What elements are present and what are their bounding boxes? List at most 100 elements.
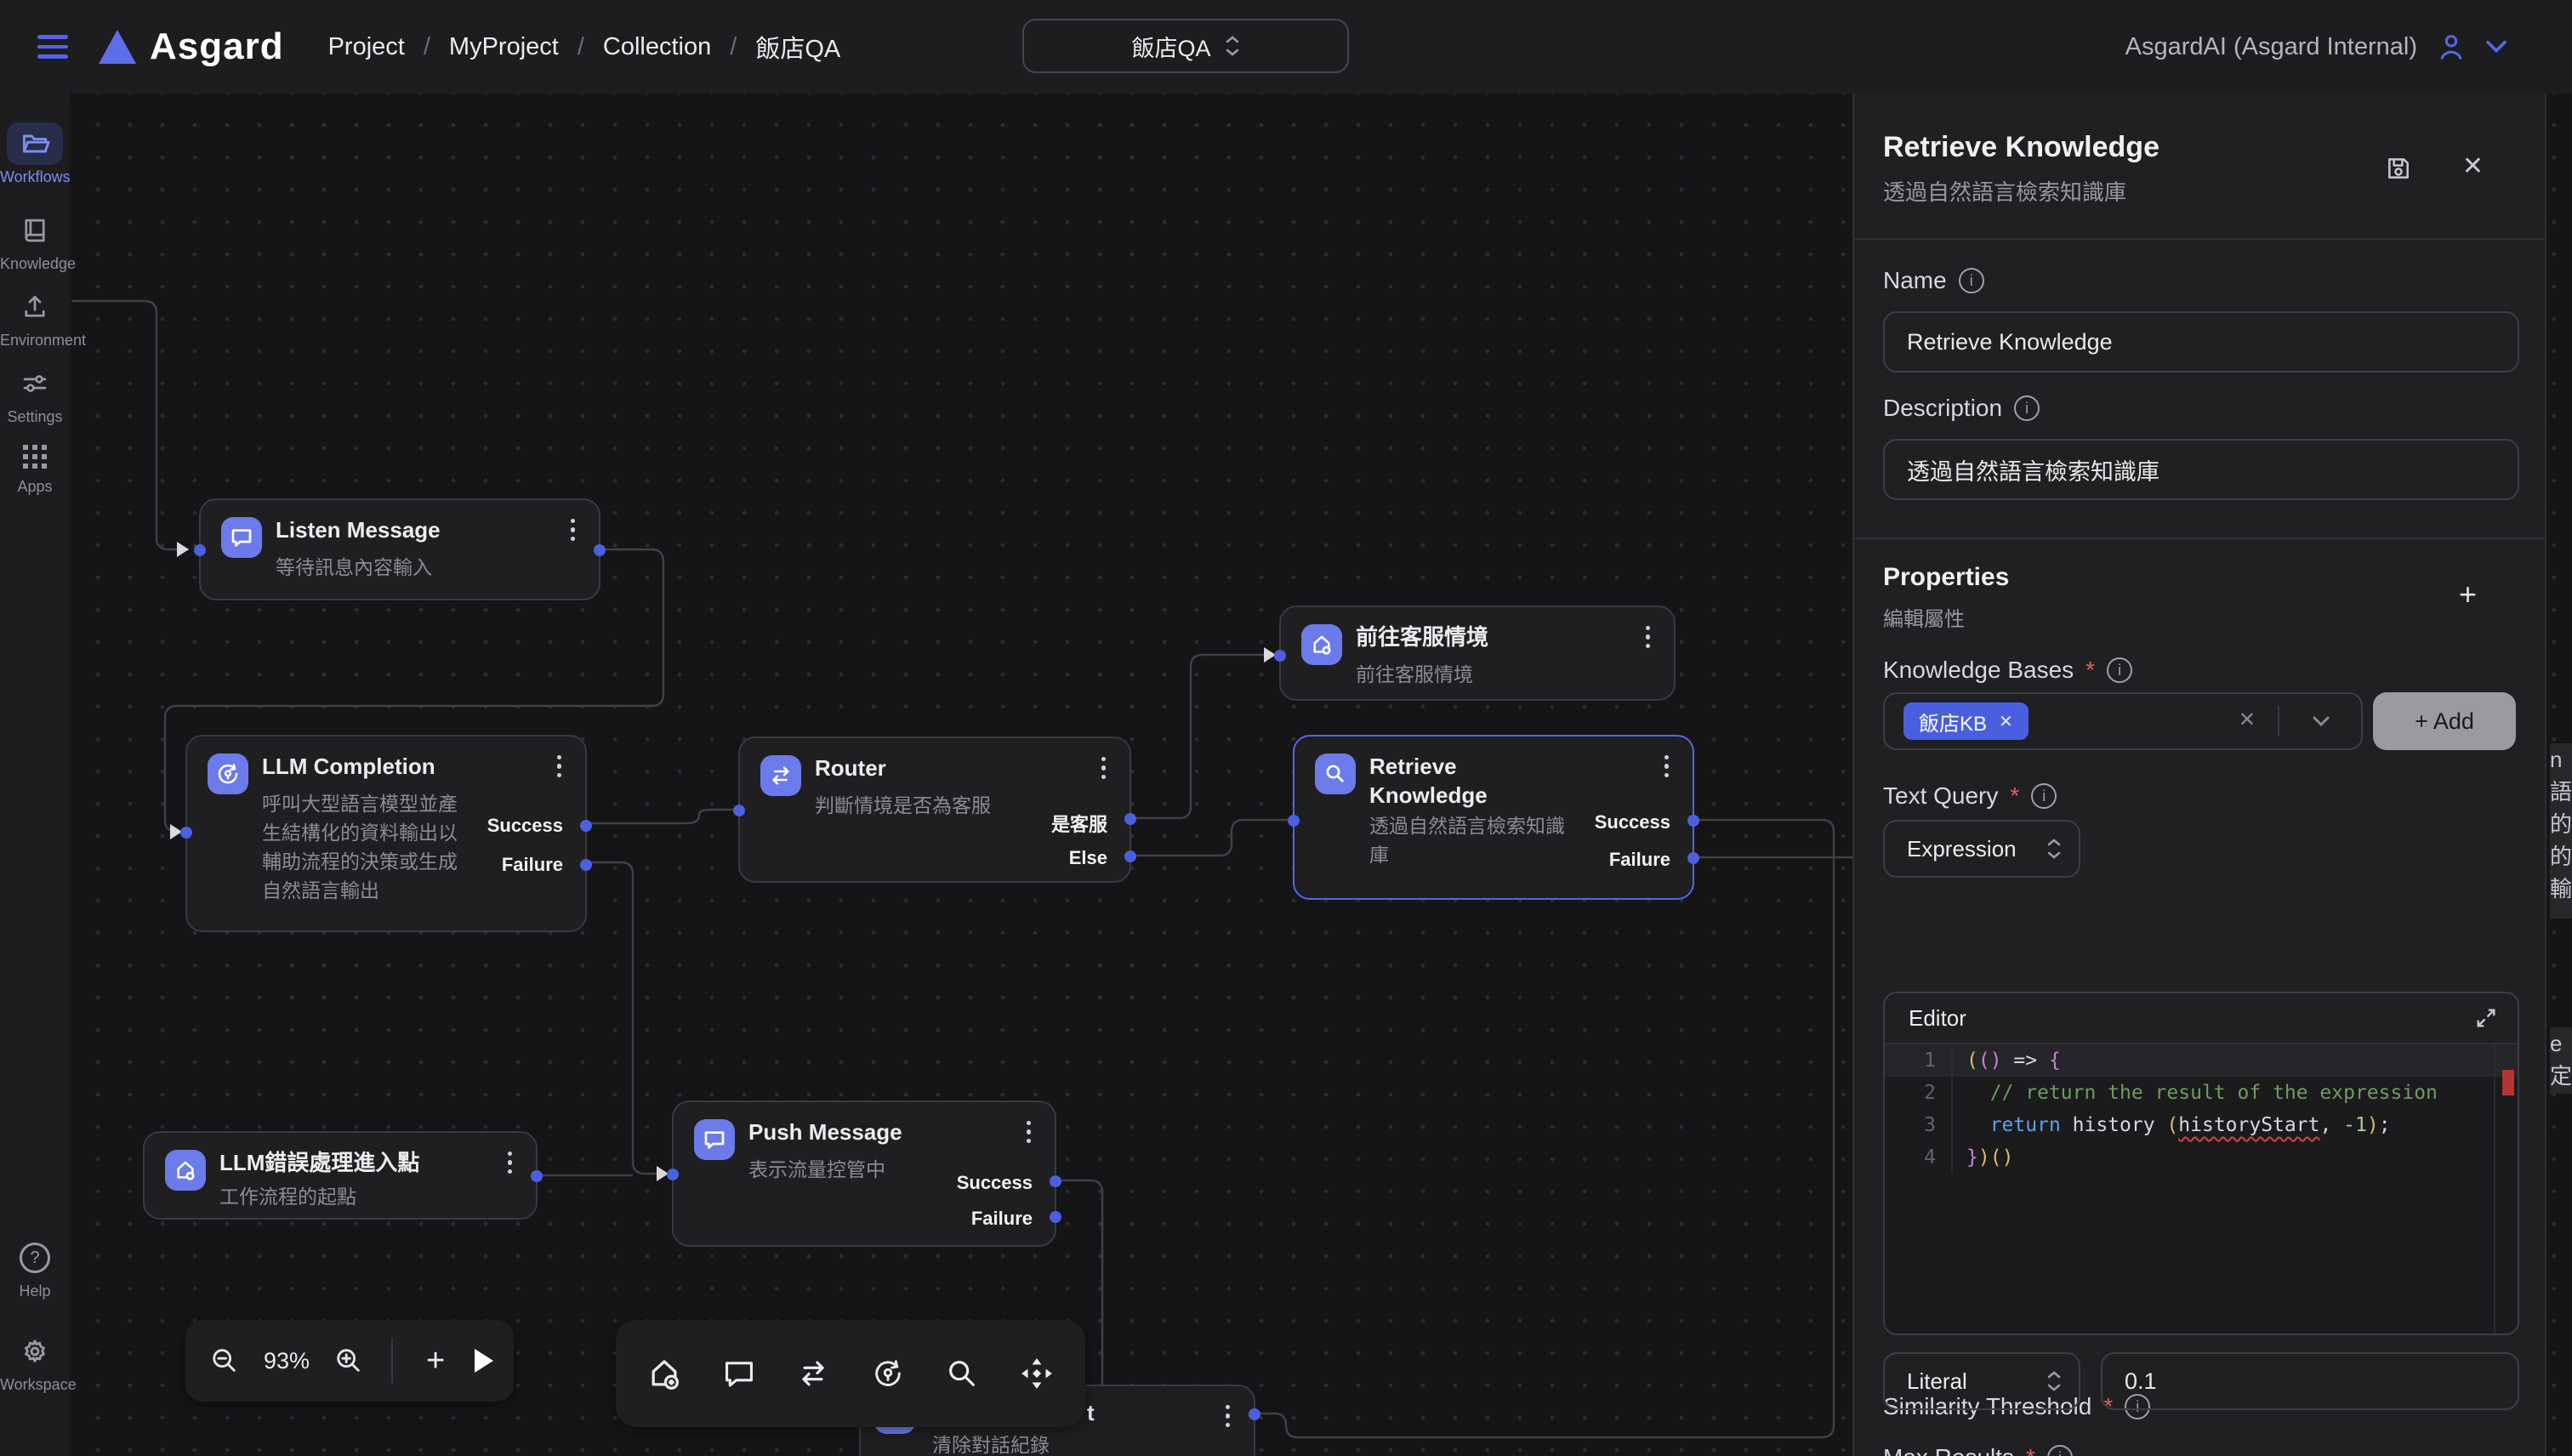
node-config-panel: Retrieve Knowledge 透過自然語言檢索知識庫 ✕ Namei D… [1852,94,2546,1456]
zoom-in-button[interactable] [327,1339,371,1383]
output-label-success: Success [1595,811,1670,833]
max-results-label: Max Results*i [1883,1444,2073,1456]
menu-icon[interactable] [37,35,68,59]
upload-icon [7,286,63,328]
add-node-button[interactable]: + [413,1339,458,1383]
palette-llm-icon[interactable] [862,1348,913,1399]
expand-icon[interactable] [2475,1007,2497,1029]
node-description: 判斷情境是否為客服 [815,791,991,820]
node-menu-button[interactable] [504,1148,515,1177]
output-label-failure: Failure [1609,849,1670,871]
breadcrumb-myproject[interactable]: MyProject [449,33,559,61]
sidebar-item-workflows[interactable]: Workflows [0,122,70,186]
palette-home-add-icon[interactable] [639,1348,690,1399]
top-bar: Asgard Project / MyProject / Collection … [0,0,2572,94]
chevron-down-icon[interactable] [2312,714,2330,728]
breadcrumb-project[interactable]: Project [328,33,405,61]
save-icon[interactable] [2385,155,2412,182]
palette-search-icon[interactable] [936,1348,987,1399]
output-port[interactable] [594,544,606,556]
code-line: 2 // return the result of the expression [1885,1077,2518,1109]
expression-editor[interactable]: Editor 1 (() => { 2 // return the result… [1883,992,2519,1335]
account-menu[interactable]: AsgardAI (Asgard Internal) [2125,0,2507,94]
info-icon[interactable]: i [2014,395,2040,421]
output-port[interactable] [1249,1408,1260,1420]
similarity-type-dropdown[interactable]: Literal [1883,1352,2080,1410]
node-description: 透過自然語言檢索知識庫 [1369,811,1580,869]
info-icon[interactable]: i [2047,1445,2073,1456]
node-menu-button[interactable] [1642,623,1653,651]
similarity-value-input[interactable] [2101,1352,2519,1410]
properties-title: Properties [1883,563,2009,592]
output-label-success: Success [957,1172,1033,1194]
output-port-failure[interactable] [580,859,592,871]
output-label-else: Else [1069,847,1107,869]
name-input[interactable] [1883,311,2519,373]
breadcrumb-collection[interactable]: Collection [603,33,711,61]
palette-router-icon[interactable] [788,1348,839,1399]
node-push-message[interactable]: Push Message 表示流量控管中 Success Failure [672,1101,1056,1247]
node-palette-toolbar [616,1320,1085,1427]
node-title: Router [815,754,886,782]
node-menu-button[interactable] [1222,1402,1233,1430]
sidebar-item-apps[interactable]: Apps [0,432,70,496]
zoom-out-button[interactable] [202,1339,247,1383]
breadcrumb-workflow[interactable]: 飯店QA [755,29,840,65]
output-label-failure: Failure [971,1208,1033,1230]
input-port[interactable] [1288,815,1300,827]
output-port[interactable] [531,1170,543,1182]
add-property-button[interactable]: + [2459,577,2477,612]
output-port-success[interactable] [580,820,592,832]
kb-chip[interactable]: 飯店KB✕ [1903,702,2029,740]
sidebar-item-knowledge[interactable]: Knowledge [0,209,70,273]
node-llm-error-entry[interactable]: LLM錯誤處理進入點 工作流程的起點 [143,1131,538,1220]
output-port-success[interactable] [1687,815,1699,827]
add-knowledge-base-button[interactable]: + Add [2373,692,2516,750]
input-port[interactable] [194,544,206,556]
input-port[interactable] [667,1169,679,1180]
sidebar-item-help[interactable]: ? Help [0,1237,70,1300]
run-workflow-button[interactable] [475,1349,493,1373]
output-port-failure[interactable] [1687,852,1699,864]
node-goto-cs-scene[interactable]: 前往客服情境 前往客服情境 [1279,606,1676,701]
output-port-success[interactable] [1050,1175,1061,1187]
info-icon[interactable]: i [2031,783,2057,809]
palette-message-icon[interactable] [714,1348,765,1399]
node-menu-button[interactable] [567,515,578,544]
knowledge-bases-select[interactable]: 飯店KB✕ ✕ [1883,692,2363,750]
sidebar-item-workspace[interactable]: Workspace [0,1330,70,1394]
node-router[interactable]: Router 判斷情境是否為客服 是客服 Else [738,737,1131,883]
output-port-else[interactable] [1124,850,1136,862]
output-port-failure[interactable] [1050,1211,1061,1223]
node-retrieve-knowledge[interactable]: Retrieve Knowledge 透過自然語言檢索知識庫 Success F… [1293,735,1694,900]
sidebar-item-environment[interactable]: Environment [0,286,70,350]
text-query-type-dropdown[interactable]: Expression [1883,820,2080,878]
input-port[interactable] [733,805,745,816]
input-port[interactable] [1274,650,1286,662]
description-input[interactable] [1883,439,2519,500]
asgard-logo [99,30,136,64]
node-description: 工作流程的起點 [219,1182,356,1211]
node-listen-message[interactable]: Listen Message 等待訊息內容輸入 [199,498,600,600]
info-icon[interactable]: i [1959,268,1984,293]
message-icon [221,517,262,558]
node-menu-button[interactable] [1661,752,1672,781]
node-llm-completion[interactable]: LLM Completion 呼叫大型語言模型並產生結構化的資料輸出以輔助流程的… [185,735,587,932]
output-port-is-cs[interactable] [1124,813,1136,825]
node-menu-button[interactable] [554,752,565,781]
node-menu-button[interactable] [1098,754,1109,782]
palette-move-icon[interactable] [1011,1348,1062,1399]
code-area[interactable]: 1 (() => { 2 // return the result of the… [1885,1044,2518,1335]
input-port[interactable] [180,827,192,839]
home-add-icon [165,1150,206,1191]
node-title: Listen Message [276,515,441,544]
sidebar-item-settings[interactable]: Settings [0,362,70,426]
select-clear-icon[interactable]: ✕ [2239,708,2256,732]
panel-subtitle: 透過自然語言檢索知識庫 [1883,175,2126,207]
close-icon[interactable]: ✕ [2462,151,2484,181]
workflow-selector-dropdown[interactable]: 飯店QA [1022,19,1349,73]
info-icon[interactable]: i [2107,657,2132,683]
node-menu-button[interactable] [1023,1118,1034,1146]
name-label: Namei [1883,267,1984,294]
chip-remove-icon[interactable]: ✕ [1999,711,2013,732]
